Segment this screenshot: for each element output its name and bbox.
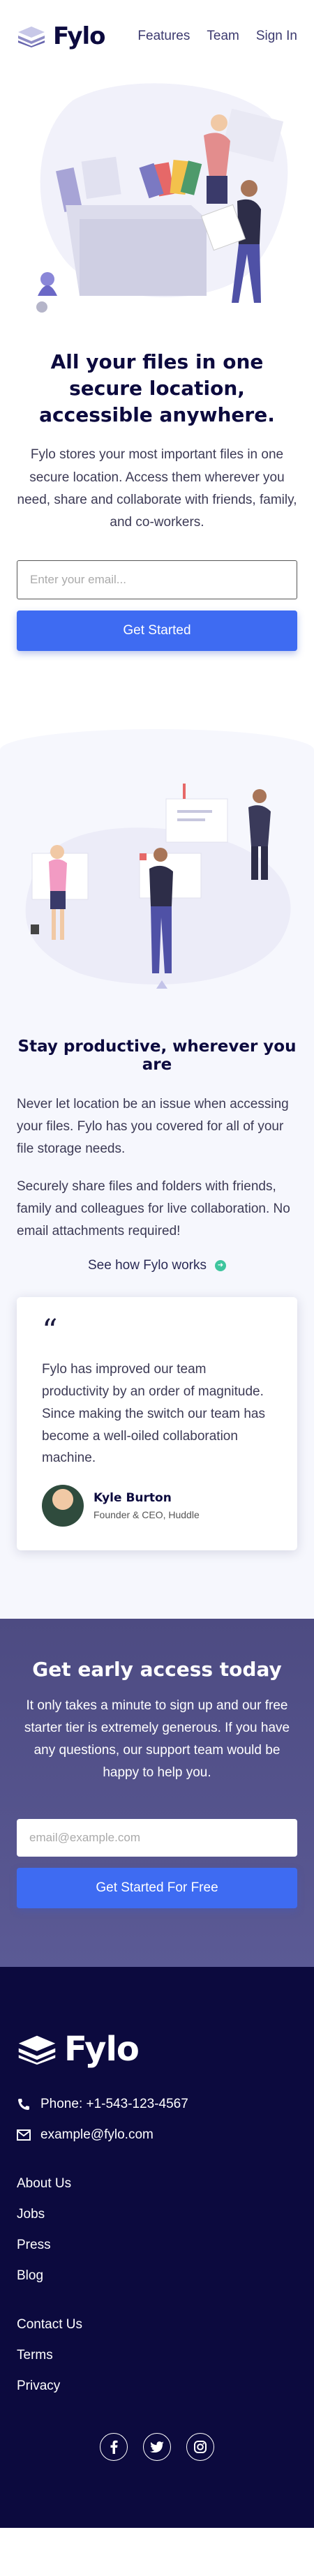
footer-link-blog[interactable]: Blog — [17, 2268, 297, 2284]
get-started-free-button[interactable]: Get Started For Free — [17, 1868, 297, 1909]
email-icon — [17, 2129, 31, 2141]
quote-icon: “ — [42, 1312, 58, 1349]
author-role: Founder & CEO, Huddle — [94, 1509, 200, 1521]
phone-icon — [18, 2099, 29, 2111]
nav-link-team[interactable]: Team — [207, 29, 239, 44]
email-link[interactable]: example@fylo.com — [40, 2127, 154, 2143]
testimonial-quote: Fylo has improved our team productivity … — [42, 1361, 265, 1466]
productive-section: Stay productive, wherever you are Never … — [0, 729, 314, 1619]
footer: Fylo Phone: +1-543-123-4567 example@fylo… — [0, 1967, 314, 2529]
footer-link-privacy[interactable]: Privacy — [17, 2379, 297, 2394]
logo[interactable]: Fylo — [17, 22, 106, 50]
nav-link-sign-in[interactable]: Sign In — [256, 29, 297, 44]
hero-illustration — [17, 73, 297, 324]
nav-links: Features Team Sign In — [137, 29, 297, 44]
access-description: It only takes a minute to sign up and ou… — [24, 1698, 290, 1781]
footer-link-jobs[interactable]: Jobs — [17, 2207, 297, 2222]
hero-email-input[interactable] — [17, 560, 297, 600]
nav-link-features[interactable]: Features — [137, 29, 190, 44]
twitter-icon[interactable] — [143, 2433, 171, 2462]
testimonial-author: Kyle Burton Founder & CEO, Huddle — [42, 1485, 272, 1527]
productive-paragraph-1: Never let location be an issue when acce… — [17, 1097, 289, 1157]
avatar — [42, 1485, 84, 1527]
productive-title: Stay productive, wherever you are — [17, 1038, 297, 1074]
access-title: Get early access today — [32, 1658, 282, 1682]
testimonial-card: “ Fylo has improved our team productivit… — [17, 1296, 297, 1551]
get-started-button[interactable]: Get Started — [17, 611, 297, 652]
footer-phone: Phone: +1-543-123-4567 — [17, 2097, 297, 2112]
logo-icon — [18, 2035, 56, 2065]
author-name: Kyle Burton — [94, 1491, 172, 1506]
footer-email: example@fylo.com — [17, 2127, 297, 2143]
footer-links-group-2: Contact Us Terms Privacy — [17, 2317, 297, 2394]
footer-brand-name: Fylo — [64, 2030, 140, 2069]
footer-links-group-1: About Us Jobs Press Blog — [17, 2176, 297, 2284]
hero-title: All your files in one secure location, a… — [39, 350, 275, 427]
footer-link-contact-us[interactable]: Contact Us — [17, 2317, 297, 2332]
hero-description: Fylo stores your most important files in… — [17, 447, 297, 530]
header: Fylo Features Team Sign In — [0, 0, 314, 73]
productive-illustration — [17, 729, 297, 1022]
arrow-right-icon: ➜ — [215, 1259, 226, 1271]
productive-paragraph-2: Securely share files and folders with fr… — [17, 1179, 290, 1238]
see-how-label: See how Fylo works — [87, 1257, 207, 1273]
phone-text: Phone: +1-543-123-4567 — [40, 2097, 188, 2112]
footer-link-about-us[interactable]: About Us — [17, 2176, 297, 2192]
footer-link-press[interactable]: Press — [17, 2238, 297, 2253]
footer-logo[interactable]: Fylo — [17, 2030, 297, 2069]
social-links — [17, 2433, 297, 2462]
access-email-input[interactable] — [17, 1819, 297, 1857]
hero-section: All your files in one secure location, a… — [0, 73, 314, 652]
instagram-icon[interactable] — [186, 2433, 214, 2462]
see-how-link[interactable]: See how Fylo works ➜ — [17, 1258, 297, 1273]
early-access-section: Get early access today It only takes a m… — [0, 1619, 314, 1968]
facebook-icon[interactable] — [100, 2433, 128, 2462]
logo-icon — [18, 27, 45, 47]
brand-name: Fylo — [53, 22, 106, 50]
footer-link-terms[interactable]: Terms — [17, 2348, 297, 2363]
